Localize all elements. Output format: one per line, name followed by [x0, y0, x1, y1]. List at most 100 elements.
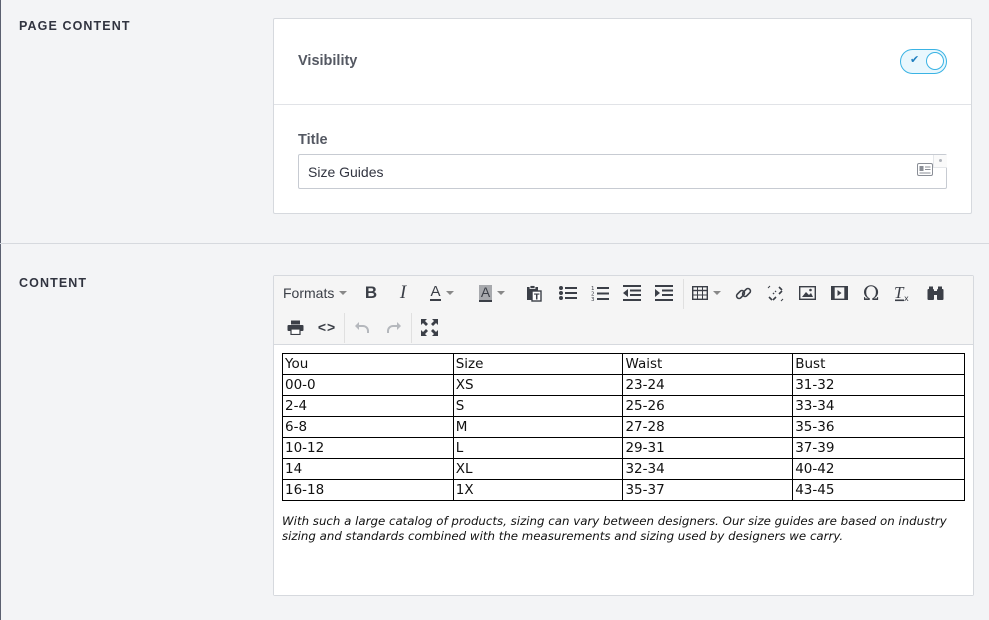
table-cell[interactable]: L — [452, 437, 624, 459]
bold-button[interactable]: B — [360, 280, 382, 306]
unlink-icon — [767, 285, 784, 302]
visibility-label: Visibility — [298, 53, 358, 69]
table-row: 14 XL 32-34 40-42 — [282, 458, 965, 480]
table-cell[interactable]: XS — [452, 374, 624, 396]
table-cell[interactable]: You — [282, 353, 454, 375]
contact-card-icon[interactable] — [917, 163, 933, 176]
table-cell[interactable]: 40-42 — [792, 458, 965, 480]
image-button[interactable] — [796, 280, 818, 306]
table-cell[interactable]: S — [452, 395, 624, 417]
svg-text:T: T — [534, 292, 540, 301]
undo-button[interactable] — [351, 314, 373, 340]
table-cell[interactable]: 23-24 — [622, 374, 794, 396]
special-character-icon: Ω — [862, 281, 880, 305]
fullscreen-button[interactable] — [418, 314, 440, 340]
outdent-icon — [623, 285, 641, 301]
svg-text:x: x — [904, 294, 909, 302]
paste-as-text-icon: T — [526, 284, 542, 302]
table-row: 10-12 L 29-31 37-39 — [282, 437, 965, 459]
redo-button[interactable] — [383, 314, 405, 340]
background-color-button[interactable]: A — [473, 280, 511, 306]
italic-icon: I — [399, 282, 407, 303]
table-button[interactable] — [690, 280, 722, 306]
table-cell[interactable]: 33-34 — [792, 395, 965, 417]
toolbar-separator — [344, 313, 345, 343]
clear-formatting-button[interactable]: Tx — [892, 280, 914, 306]
bullet-list-button[interactable] — [557, 280, 579, 306]
chevron-down-icon — [445, 291, 454, 295]
formats-dropdown[interactable]: Formats — [283, 280, 348, 306]
table-header-row: You Size Waist Bust — [282, 353, 965, 375]
table-cell[interactable]: 35-36 — [792, 416, 965, 438]
text-color-button[interactable]: A — [424, 280, 460, 306]
find-replace-button[interactable] — [924, 280, 946, 306]
media-button[interactable] — [828, 280, 850, 306]
formats-label: Formats — [283, 285, 335, 301]
bullet-list-icon — [559, 285, 577, 301]
table-cell[interactable]: 6-8 — [282, 416, 454, 438]
numbered-list-icon: 123 — [591, 285, 609, 302]
table-cell[interactable]: Bust — [792, 353, 965, 375]
toggle-knob — [926, 52, 944, 70]
link-button[interactable] — [732, 280, 754, 306]
italic-button[interactable]: I — [392, 280, 414, 306]
input-corner-icon — [933, 155, 947, 168]
chevron-down-icon — [712, 291, 721, 295]
table-cell[interactable]: 10-12 — [282, 437, 454, 459]
check-icon: ✔ — [910, 54, 920, 66]
source-code-button[interactable]: <> — [316, 314, 338, 340]
visibility-toggle[interactable]: ✔ — [900, 49, 947, 74]
text-color-icon: A — [430, 283, 441, 301]
print-icon — [287, 320, 304, 335]
table-cell[interactable]: 29-31 — [622, 437, 794, 459]
binoculars-icon — [927, 286, 944, 301]
table-row: 2-4 S 25-26 33-34 — [282, 395, 965, 417]
bold-icon: B — [364, 283, 378, 302]
print-button[interactable] — [284, 314, 306, 340]
table-row: 6-8 M 27-28 35-36 — [282, 416, 965, 438]
table-cell[interactable]: 43-45 — [792, 479, 965, 501]
indent-icon — [655, 285, 673, 301]
paste-as-text-button[interactable]: T — [524, 280, 544, 306]
table-row: 00-0 XS 23-24 31-32 — [282, 374, 965, 396]
indent-button[interactable] — [653, 280, 675, 306]
special-character-button[interactable]: Ω — [860, 280, 882, 306]
unlink-button[interactable] — [764, 280, 786, 306]
editor-body[interactable]: You Size Waist Bust 00-0 XS 23-24 31-32 2-4 S 25-2… — [274, 345, 973, 595]
table-cell[interactable]: 25-26 — [622, 395, 794, 417]
page-content-card: Visibility ✔ Title — [273, 18, 972, 214]
title-input[interactable] — [298, 154, 947, 189]
table-cell[interactable]: M — [452, 416, 624, 438]
section-divider — [0, 243, 989, 244]
toolbar-separator — [683, 279, 684, 309]
table-cell[interactable]: 00-0 — [282, 374, 454, 396]
left-border — [0, 0, 1, 620]
table-cell[interactable]: Waist — [622, 353, 794, 375]
numbered-list-button[interactable]: 123 — [589, 280, 611, 306]
title-label: Title — [298, 132, 328, 148]
chevron-down-icon — [339, 291, 348, 295]
media-icon — [830, 286, 848, 300]
source-code-icon: <> — [317, 319, 337, 335]
table-cell[interactable]: 27-28 — [622, 416, 794, 438]
fullscreen-icon — [420, 318, 438, 336]
table-cell[interactable]: 31-32 — [792, 374, 965, 396]
outdent-button[interactable] — [621, 280, 643, 306]
table-cell[interactable]: 2-4 — [282, 395, 454, 417]
redo-icon — [386, 320, 402, 334]
undo-icon — [354, 320, 370, 334]
table-cell[interactable]: 1X — [452, 479, 624, 501]
table-cell[interactable]: 16-18 — [282, 479, 454, 501]
content-editor-card: Formats B I A A T 123 Ω T x <> You Size … — [273, 275, 974, 596]
table-cell[interactable]: XL — [452, 458, 624, 480]
table-cell[interactable]: 32-34 — [622, 458, 794, 480]
table-row: 16-18 1X 35-37 43-45 — [282, 479, 965, 501]
toolbar-separator — [411, 313, 412, 343]
size-guide-note: With such a large catalog of products, s… — [282, 514, 947, 543]
table-cell[interactable]: 14 — [282, 458, 454, 480]
table-cell[interactable]: Size — [452, 353, 624, 375]
table-cell[interactable]: 37-39 — [792, 437, 965, 459]
table-cell[interactable]: 35-37 — [622, 479, 794, 501]
section-label-page-content: PAGE CONTENT — [19, 19, 131, 33]
chevron-down-icon — [497, 291, 506, 295]
